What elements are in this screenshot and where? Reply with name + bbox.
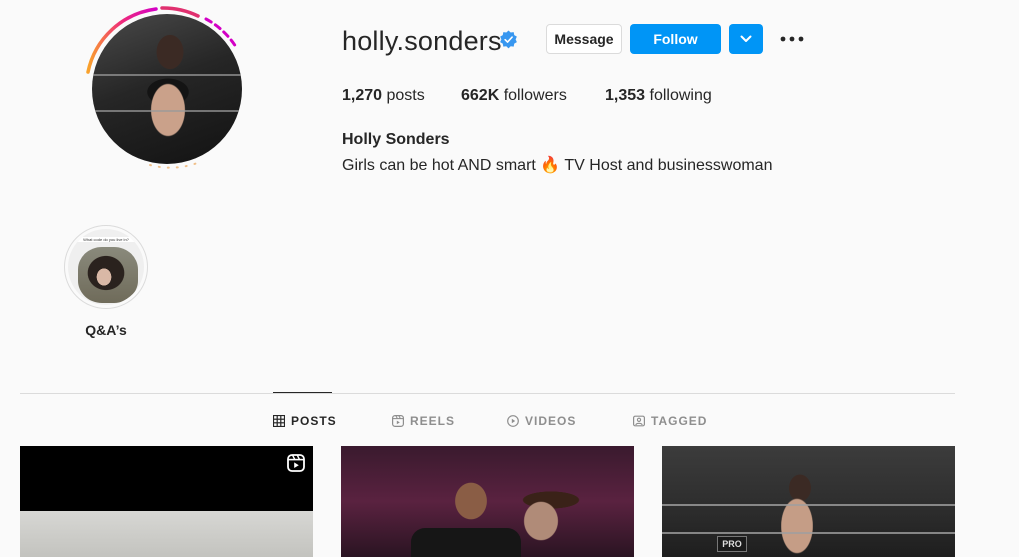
fire-emoji: 🔥	[540, 157, 561, 174]
tab-videos[interactable]: VIDEOS	[507, 413, 576, 429]
more-options-icon	[780, 36, 804, 42]
highlight-label: Q&A’s	[85, 322, 127, 338]
profile-full-name: Holly Sonders	[342, 131, 450, 148]
posts-label: posts	[386, 87, 425, 104]
highlight-cover-caption: What code do you live in?	[68, 237, 144, 242]
tabs-divider	[20, 393, 955, 394]
message-button[interactable]: Message	[546, 24, 622, 54]
post-tile[interactable]: PRO	[662, 446, 955, 557]
active-tab-indicator	[273, 392, 332, 393]
bio-text-start: Girls can be hot AND smart	[342, 157, 541, 174]
profile-avatar[interactable]	[92, 14, 242, 164]
video-play-icon	[507, 415, 519, 427]
highlight-cover[interactable]: What code do you live in?	[68, 229, 144, 305]
profile-username: holly.sonders	[342, 26, 502, 56]
more-options-button[interactable]	[778, 28, 806, 50]
followers-label: followers	[503, 87, 567, 104]
bio-text-end: TV Host and businesswoman	[560, 157, 773, 174]
reels-icon	[392, 415, 404, 427]
suggested-dropdown-button[interactable]	[729, 24, 763, 54]
verified-badge-icon	[500, 30, 517, 49]
tab-tagged-label: TAGGED	[651, 414, 708, 428]
post-tile[interactable]	[20, 446, 313, 557]
tab-reels[interactable]: REELS	[392, 413, 455, 429]
following-count: 1,353	[605, 87, 646, 104]
posts-count-stat: 1,270 posts	[342, 87, 425, 105]
tab-posts[interactable]: POSTS	[273, 413, 337, 429]
tab-videos-label: VIDEOS	[525, 414, 577, 428]
followers-link[interactable]: 662K followers	[461, 87, 567, 105]
profile-bio: Girls can be hot AND smart 🔥 TV Host and…	[342, 155, 772, 175]
tab-tagged[interactable]: TAGGED	[633, 413, 707, 429]
following-link[interactable]: 1,353 following	[605, 87, 712, 105]
chevron-down-icon	[740, 35, 752, 42]
tagged-icon	[633, 415, 645, 427]
followers-count: 662K	[461, 87, 500, 104]
pro-sign: PRO	[717, 536, 747, 552]
post-tile[interactable]	[341, 446, 634, 557]
follow-button[interactable]: Follow	[630, 24, 721, 54]
tab-posts-label: POSTS	[291, 414, 337, 428]
posts-count: 1,270	[342, 87, 383, 104]
grid-icon	[273, 415, 285, 427]
reel-badge-icon	[287, 454, 305, 472]
tab-reels-label: REELS	[410, 414, 456, 428]
following-label: following	[649, 87, 712, 104]
